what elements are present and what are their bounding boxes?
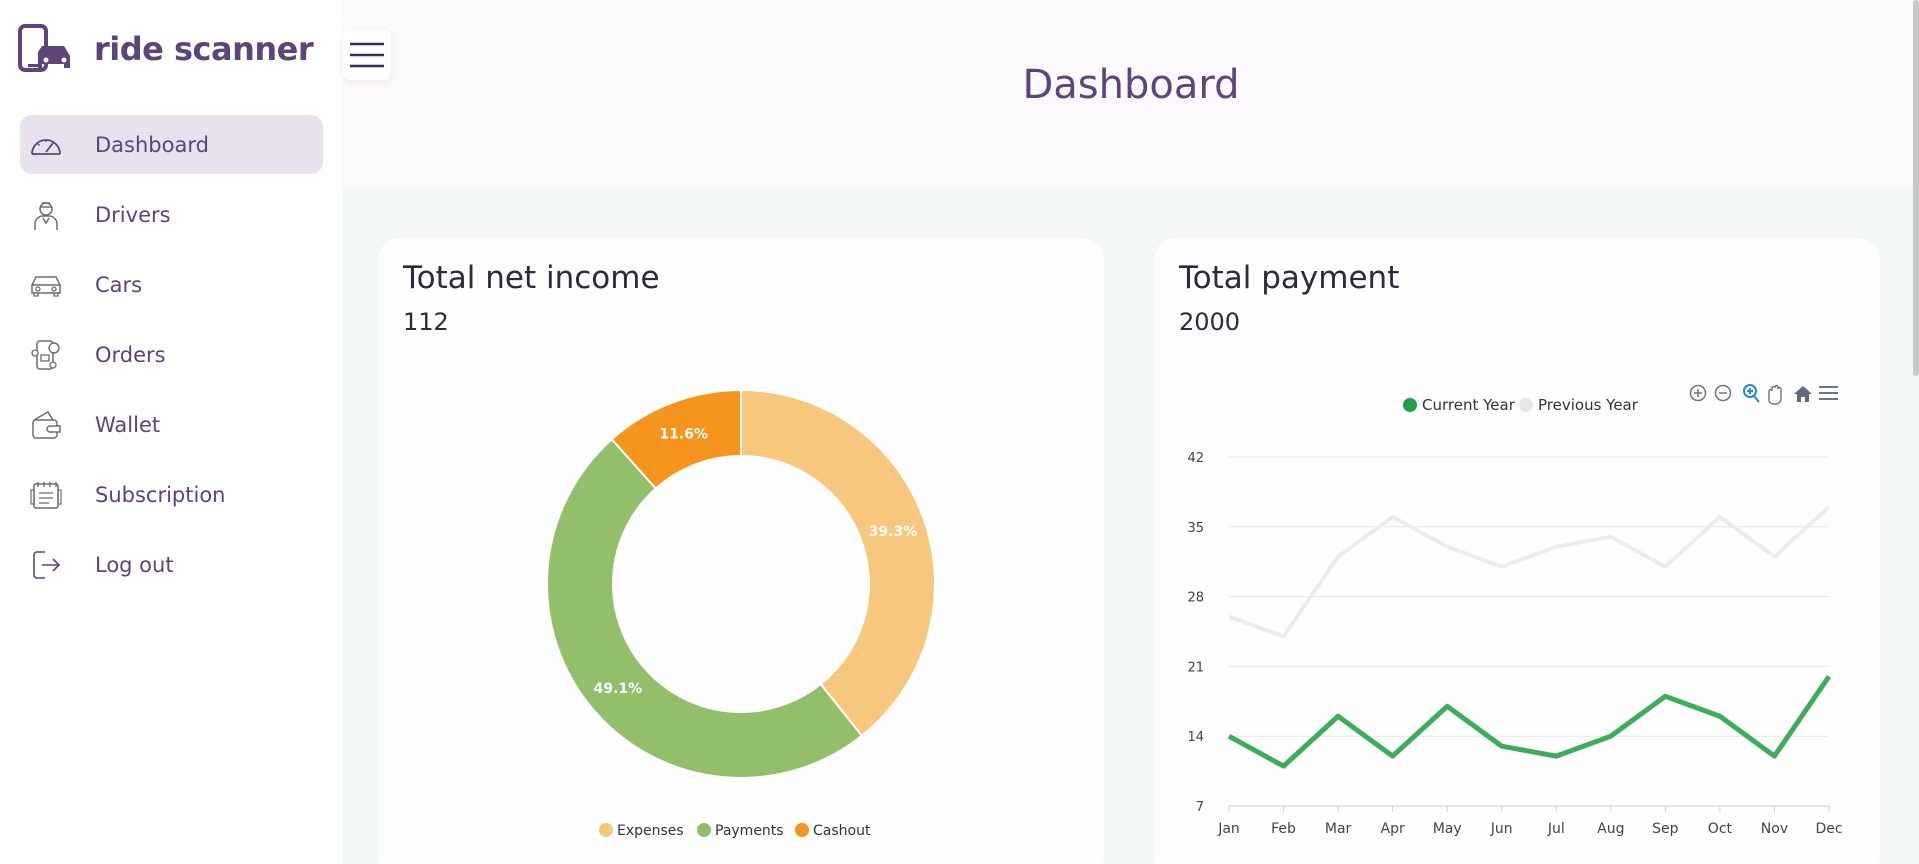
- x-tick-label: Nov: [1761, 821, 1788, 837]
- zoom-in-icon[interactable]: [1689, 384, 1707, 402]
- sidebar-item-label: Log out: [95, 552, 174, 577]
- legend-label: Previous Year: [1538, 396, 1639, 414]
- donut-data-label: 49.1%: [594, 681, 643, 697]
- sidebar-item-label: Wallet: [95, 412, 161, 437]
- wallet-icon: [28, 407, 64, 443]
- x-tick-label: May: [1433, 821, 1462, 837]
- sidebar-item-cars[interactable]: Cars: [20, 255, 323, 314]
- legend-item-expenses: Expenses: [599, 823, 684, 839]
- legend-marker: [795, 823, 809, 837]
- legend-label: Cashout: [813, 823, 871, 839]
- sidebar-item-label: Orders: [95, 342, 166, 367]
- y-tick-label: 21: [1187, 660, 1204, 675]
- x-tick-label: Apr: [1381, 821, 1405, 837]
- logo-icon: [18, 24, 70, 72]
- menu-icon[interactable]: [1819, 386, 1838, 400]
- sidebar-item-label: Dashboard: [95, 132, 209, 157]
- sidebar-item-label: Drivers: [95, 202, 171, 227]
- y-tick-label: 35: [1187, 521, 1204, 536]
- legend-label: Expenses: [617, 823, 684, 839]
- driver-icon: [28, 197, 64, 233]
- x-tick-label: Mar: [1325, 821, 1352, 837]
- y-tick-label: 42: [1187, 451, 1204, 466]
- pan-hand-icon[interactable]: [1768, 384, 1782, 405]
- payment-line-chart: 7 14 21 28 35 42 Jan Feb Mar Apr May Jun Jul Aug Sep Oc…: [1187, 384, 1843, 837]
- legend-item-previous-year: Previous Year: [1519, 396, 1639, 414]
- x-tick-label: Dec: [1815, 821, 1842, 837]
- donut-data-label: 39.3%: [869, 524, 918, 540]
- x-tick-label: Jul: [1547, 821, 1565, 837]
- x-tick-label: Jan: [1217, 821, 1240, 837]
- donut-slice-expenses: [740, 388, 936, 738]
- income-donut-chart: 39.3% 49.1% 11.6% Expenses Payments Cashout: [546, 388, 936, 839]
- sidebar-item-wallet[interactable]: Wallet: [20, 395, 323, 454]
- orders-icon: [28, 337, 64, 373]
- sidebar-item-label: Subscription: [95, 482, 226, 507]
- donut-slice-payments: [546, 437, 864, 779]
- income-card: Total net income 112 39.3% 49.1% 11.6% Expe…: [378, 238, 1104, 864]
- sidebar-item-logout[interactable]: Log out: [20, 535, 323, 594]
- sidebar-item-orders[interactable]: Orders: [20, 325, 323, 384]
- legend-item-current-year: Current Year: [1403, 396, 1516, 414]
- logout-icon: [28, 547, 64, 583]
- x-tick-label: Oct: [1708, 821, 1733, 837]
- zoom-out-icon[interactable]: [1714, 384, 1732, 402]
- subscription-icon: [28, 477, 64, 513]
- x-tick-label: Feb: [1271, 821, 1296, 837]
- home-icon[interactable]: [1794, 386, 1812, 402]
- series-line-current-year: [1227, 674, 1832, 769]
- y-tick-label: 14: [1187, 730, 1204, 745]
- sidebar-nav: Dashboard Drivers Cars Orders Wallet Sub…: [20, 115, 323, 605]
- app-logo[interactable]: ride scanner: [18, 24, 314, 74]
- legend-marker: [1519, 398, 1533, 412]
- legend-marker: [697, 823, 711, 837]
- sidebar-item-dashboard[interactable]: Dashboard: [20, 115, 323, 174]
- y-tick-label: 7: [1196, 800, 1204, 815]
- legend-marker: [1403, 398, 1417, 412]
- x-tick-label: Sep: [1652, 821, 1679, 837]
- sidebar: ride scanner Dashboard Drivers Cars Orde…: [0, 0, 343, 864]
- page-scrollbar[interactable]: [1913, 0, 1919, 376]
- sidebar-item-label: Cars: [95, 272, 143, 297]
- donut-data-label: 11.6%: [659, 427, 708, 443]
- y-tick-label: 28: [1187, 591, 1204, 606]
- zoom-select-icon[interactable]: [1743, 384, 1760, 403]
- page-title: Dashboard: [1022, 62, 1240, 108]
- sidebar-item-drivers[interactable]: Drivers: [20, 185, 323, 244]
- legend-item-payments: Payments: [697, 823, 784, 839]
- speedometer-icon: [28, 127, 64, 163]
- chart-toolbar: [1689, 384, 1838, 405]
- legend-item-cashout: Cashout: [795, 823, 871, 839]
- legend-label: Current Year: [1422, 396, 1516, 414]
- legend-marker: [599, 823, 613, 837]
- x-tick-label: Jun: [1490, 821, 1513, 837]
- app-name: ride scanner: [94, 30, 314, 68]
- car-icon: [28, 267, 64, 303]
- payment-card: Total payment 2000 7 14 21 28 35 42 Jan Feb Mar A…: [1154, 238, 1880, 864]
- sidebar-item-subscription[interactable]: Subscription: [20, 465, 323, 524]
- legend-label: Payments: [715, 823, 784, 839]
- x-tick-label: Aug: [1597, 821, 1624, 837]
